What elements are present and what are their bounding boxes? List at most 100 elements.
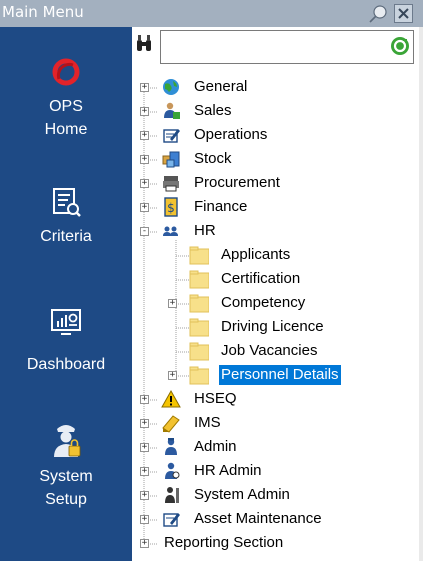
expand-icon[interactable]: + — [140, 179, 149, 188]
tree-node-general[interactable]: + General — [132, 76, 419, 98]
expand-icon[interactable]: + — [140, 539, 149, 548]
tree-node-asset-maintenance[interactable]: + Asset Maintenance — [132, 508, 419, 530]
folder-icon — [189, 318, 209, 337]
expand-icon[interactable]: + — [140, 515, 149, 524]
tree-node-hr[interactable]: - HR — [132, 220, 419, 242]
expand-icon[interactable]: + — [140, 203, 149, 212]
tree-node-certification[interactable]: Certification — [132, 268, 419, 290]
tree-node-driving-licence[interactable]: Driving Licence — [132, 316, 419, 338]
pin-icon[interactable] — [367, 4, 389, 24]
tree-node-sales[interactable]: + Sales — [132, 100, 419, 122]
tree-node-label[interactable]: Stock — [192, 149, 234, 169]
folder-icon — [189, 366, 209, 385]
sidebar-label-line: Dashboard — [26, 356, 106, 373]
tree-node-label[interactable]: Sales — [192, 101, 234, 121]
tree-node-hseq[interactable]: + HSEQ — [132, 388, 419, 410]
sidebar-item-criteria[interactable]: Criteria — [0, 185, 132, 248]
expand-icon[interactable]: + — [140, 107, 149, 116]
sidebar-label-line: Criteria — [40, 228, 92, 245]
tree-node-operations[interactable]: + Operations — [132, 124, 419, 146]
hr-people-icon — [163, 226, 178, 236]
sidebar-item-system-setup[interactable]: System Setup — [0, 419, 132, 511]
sidebar-label-line: Home — [44, 121, 88, 138]
tree-node-system-admin[interactable]: + System Admin — [132, 484, 419, 506]
ims-pencil-icon — [162, 415, 180, 433]
menu-tree: + General + Sales + Operations + Stock + Procurem… — [132, 76, 419, 556]
expand-icon[interactable]: + — [140, 491, 149, 500]
tree-node-label[interactable]: HR Admin — [192, 461, 264, 481]
folder-icon — [189, 246, 209, 265]
sidebar-item-ops-home[interactable]: OPS Home — [0, 55, 132, 141]
globe-icon — [163, 79, 179, 95]
tree-node-label[interactable]: Asset Maintenance — [192, 509, 324, 529]
tree-node-label[interactable]: Operations — [192, 125, 269, 145]
expand-icon[interactable]: + — [168, 299, 177, 308]
hr-admin-icon — [165, 462, 180, 479]
tree-node-label[interactable]: Admin — [192, 437, 239, 457]
expand-icon[interactable]: + — [140, 395, 149, 404]
tree-node-job-vacancies[interactable]: Job Vacancies — [132, 340, 419, 362]
expand-icon[interactable]: + — [140, 419, 149, 428]
title-bar: Main Menu — [0, 0, 423, 27]
tree-node-label[interactable]: IMS — [192, 413, 223, 433]
expand-icon[interactable]: + — [168, 371, 177, 380]
close-button[interactable] — [394, 4, 413, 23]
tree-node-label[interactable]: Job Vacancies — [219, 341, 319, 361]
tree-node-personnel-details[interactable]: + Personnel Details — [132, 364, 419, 386]
sidebar: OPS Home Criteria Dashboard System Setup — [0, 27, 132, 561]
sidebar-label-line: Setup — [45, 491, 87, 508]
dashboard-icon — [51, 309, 81, 335]
tree-node-label[interactable]: Procurement — [192, 173, 282, 193]
warning-icon — [161, 389, 181, 408]
sidebar-label-line: OPS — [49, 98, 83, 115]
sidebar-label-line: System — [39, 468, 93, 485]
tree-node-reporting-section[interactable]: + Reporting Section — [132, 532, 419, 554]
expand-icon[interactable]: + — [140, 83, 149, 92]
procurement-icon — [163, 176, 179, 192]
search-input[interactable] — [160, 30, 414, 64]
tree-node-label[interactable]: HSEQ — [192, 389, 239, 409]
folder-icon — [189, 294, 209, 313]
expand-icon[interactable]: + — [140, 131, 149, 140]
sales-person-icon — [164, 102, 180, 119]
system-setup-icon — [54, 425, 81, 457]
tree-node-competency[interactable]: + Competency — [132, 292, 419, 314]
close-icon — [398, 8, 409, 19]
tree-node-label[interactable]: Certification — [219, 269, 302, 289]
tree-node-label[interactable]: System Admin — [192, 485, 292, 505]
search-go-icon[interactable] — [390, 36, 410, 56]
ops-logo-icon — [52, 58, 80, 86]
admin-person-icon — [165, 438, 177, 455]
criteria-icon — [53, 188, 81, 217]
tree-node-label[interactable]: Competency — [219, 293, 307, 313]
sidebar-item-dashboard[interactable]: Dashboard — [0, 305, 132, 376]
stock-boxes-icon — [162, 151, 180, 168]
tree-node-label[interactable]: Finance — [192, 197, 249, 217]
tree-node-label[interactable]: Applicants — [219, 245, 292, 265]
collapse-icon[interactable]: - — [140, 227, 149, 236]
svg-text:$: $ — [167, 201, 175, 215]
tree-node-hr-admin[interactable]: + HR Admin — [132, 460, 419, 482]
tree-node-procurement[interactable]: + Procurement — [132, 172, 419, 194]
expand-icon[interactable]: + — [140, 467, 149, 476]
expand-icon[interactable]: + — [140, 155, 149, 164]
system-admin-icon — [165, 487, 179, 503]
folder-icon — [189, 342, 209, 361]
tree-node-stock[interactable]: + Stock — [132, 148, 419, 170]
binoculars-icon[interactable] — [136, 34, 152, 52]
tree-node-label[interactable]: Personnel Details — [219, 365, 341, 385]
window-title: Main Menu — [2, 3, 84, 21]
panel-border — [419, 27, 423, 561]
folder-icon — [189, 270, 209, 289]
tree-node-ims[interactable]: + IMS — [132, 412, 419, 434]
tree-node-admin[interactable]: + Admin — [132, 436, 419, 458]
expand-icon[interactable]: + — [140, 443, 149, 452]
asset-maintenance-icon — [163, 513, 180, 527]
tree-node-label[interactable]: Reporting Section — [162, 533, 285, 553]
tree-node-label[interactable]: General — [192, 77, 249, 97]
tree-node-finance[interactable]: + $ Finance — [132, 196, 419, 218]
tree-node-label[interactable]: HR — [192, 221, 218, 241]
tree-node-label[interactable]: Driving Licence — [219, 317, 326, 337]
finance-icon: $ — [164, 197, 178, 217]
tree-node-applicants[interactable]: Applicants — [132, 244, 419, 266]
